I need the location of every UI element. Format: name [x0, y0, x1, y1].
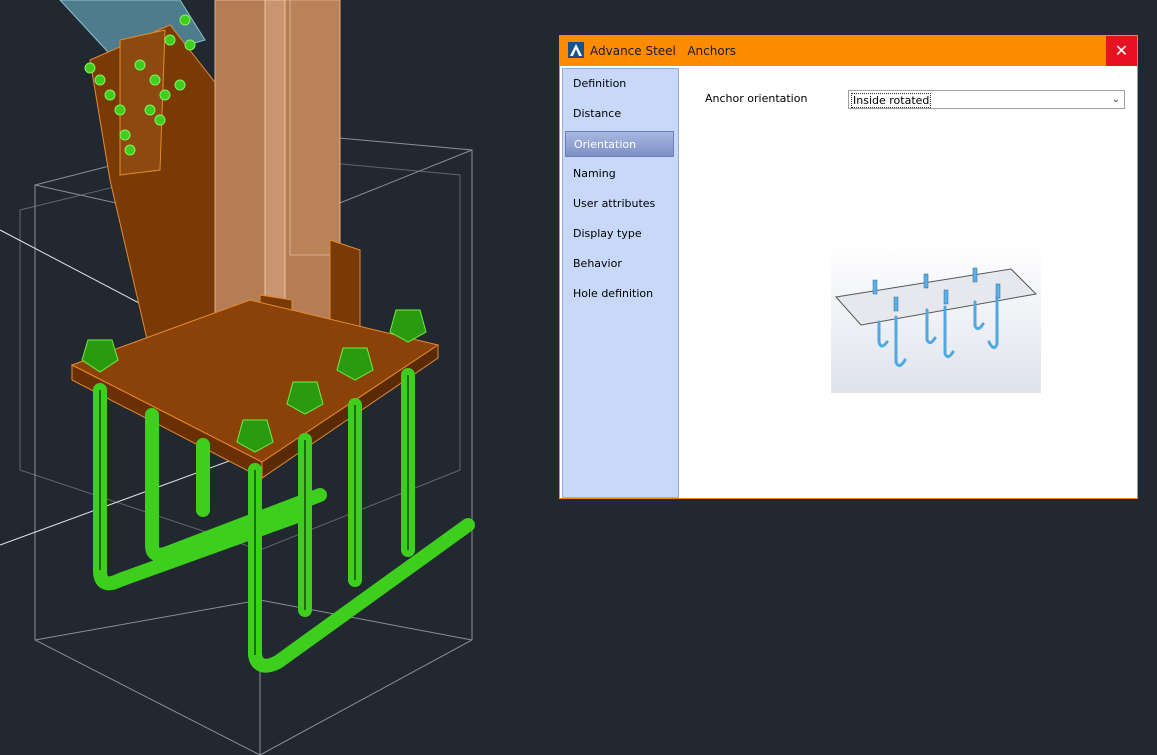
dialog-titlebar[interactable]: Advance Steel Anchors ✕: [560, 36, 1137, 66]
close-button[interactable]: ✕: [1106, 36, 1137, 66]
close-icon: ✕: [1114, 41, 1129, 60]
chevron-down-icon: ⌄: [1111, 94, 1120, 105]
sidebar-item-display-type[interactable]: Display type: [565, 221, 674, 247]
anchors-dialog: Advance Steel Anchors ✕ Definition Dista…: [559, 35, 1138, 499]
anchor-orientation-preview-image: [831, 242, 1041, 393]
anchor-orientation-label: Anchor orientation: [705, 92, 808, 105]
dialog-title: Advance Steel Anchors: [590, 44, 736, 58]
autocad-a-icon: [568, 42, 584, 58]
sidebar-nav: Definition Distance Orientation Naming U…: [562, 68, 679, 498]
anchor-orientation-dropdown[interactable]: Inside rotated ⌄: [848, 90, 1125, 109]
orientation-panel: Anchor orientation Inside rotated ⌄: [681, 68, 1135, 496]
sidebar-item-orientation[interactable]: Orientation: [565, 131, 674, 157]
sidebar-item-hole-definition[interactable]: Hole definition: [565, 281, 674, 307]
sidebar-item-behavior[interactable]: Behavior: [565, 251, 674, 277]
sidebar-item-distance[interactable]: Distance: [565, 101, 674, 127]
sidebar-item-user-attributes[interactable]: User attributes: [565, 191, 674, 217]
sidebar-item-definition[interactable]: Definition: [565, 71, 674, 97]
anchor-orientation-value: Inside rotated: [851, 93, 932, 108]
sidebar-item-naming[interactable]: Naming: [565, 161, 674, 187]
